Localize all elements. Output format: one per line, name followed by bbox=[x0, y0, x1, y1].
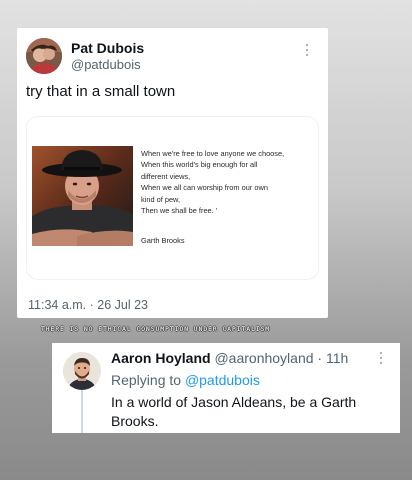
quote-line: different views, bbox=[141, 171, 191, 181]
meme-caption: THERE IS NO ETHICAL CONSUMPTION UNDER CA… bbox=[41, 326, 271, 333]
reply-card: Aaron Hoyland @aaronhoyland · 11h Replyi… bbox=[52, 343, 400, 433]
avatar-image bbox=[26, 38, 62, 74]
tweet-text: try that in a small town bbox=[26, 83, 176, 100]
meta-separator: · bbox=[313, 350, 326, 366]
author-name[interactable]: Aaron Hoyland bbox=[111, 350, 211, 366]
replying-to: Replying to @patdubois bbox=[111, 372, 260, 388]
reply-header: Aaron Hoyland @aaronhoyland · 11h bbox=[111, 350, 348, 366]
quote-line: When this world's big enough for all bbox=[141, 160, 258, 170]
quote-attribution: Garth Brooks bbox=[141, 236, 185, 245]
tweet-timestamp[interactable]: 11:34 a.m. · 26 Jul 23 bbox=[28, 298, 148, 312]
tweet-card: Pat Dubois @patdubois try that in a smal… bbox=[17, 28, 328, 318]
author-handle[interactable]: @aaronhoyland bbox=[214, 350, 313, 366]
quote-lines: When we're free to love anyone we choose… bbox=[141, 148, 317, 216]
replying-handle-link[interactable]: @patdubois bbox=[185, 372, 260, 388]
quote-line: When we all can worship from our own bbox=[141, 183, 268, 193]
quote-line: When we're free to love anyone we choose… bbox=[141, 149, 285, 158]
tweet-media[interactable]: When we're free to love anyone we choose… bbox=[26, 116, 319, 280]
more-options-icon[interactable] bbox=[378, 352, 384, 368]
avatar[interactable] bbox=[26, 38, 62, 74]
reply-text: In a world of Jason Aldeans, be a Garth … bbox=[111, 394, 357, 429]
garth-brooks-photo bbox=[32, 146, 133, 246]
more-options-icon[interactable] bbox=[304, 44, 310, 62]
replying-prefix: Replying to bbox=[111, 372, 185, 388]
quote-line: kind of pew, bbox=[141, 194, 181, 204]
avatar-image bbox=[63, 352, 101, 390]
thread-line bbox=[81, 388, 83, 433]
quote-line: Then we shall be free. ' bbox=[141, 206, 218, 216]
avatar[interactable] bbox=[63, 352, 101, 390]
reply-time[interactable]: 11h bbox=[326, 350, 348, 366]
author-name[interactable]: Pat Dubois bbox=[71, 40, 144, 56]
author-handle[interactable]: @patdubois bbox=[71, 57, 141, 72]
